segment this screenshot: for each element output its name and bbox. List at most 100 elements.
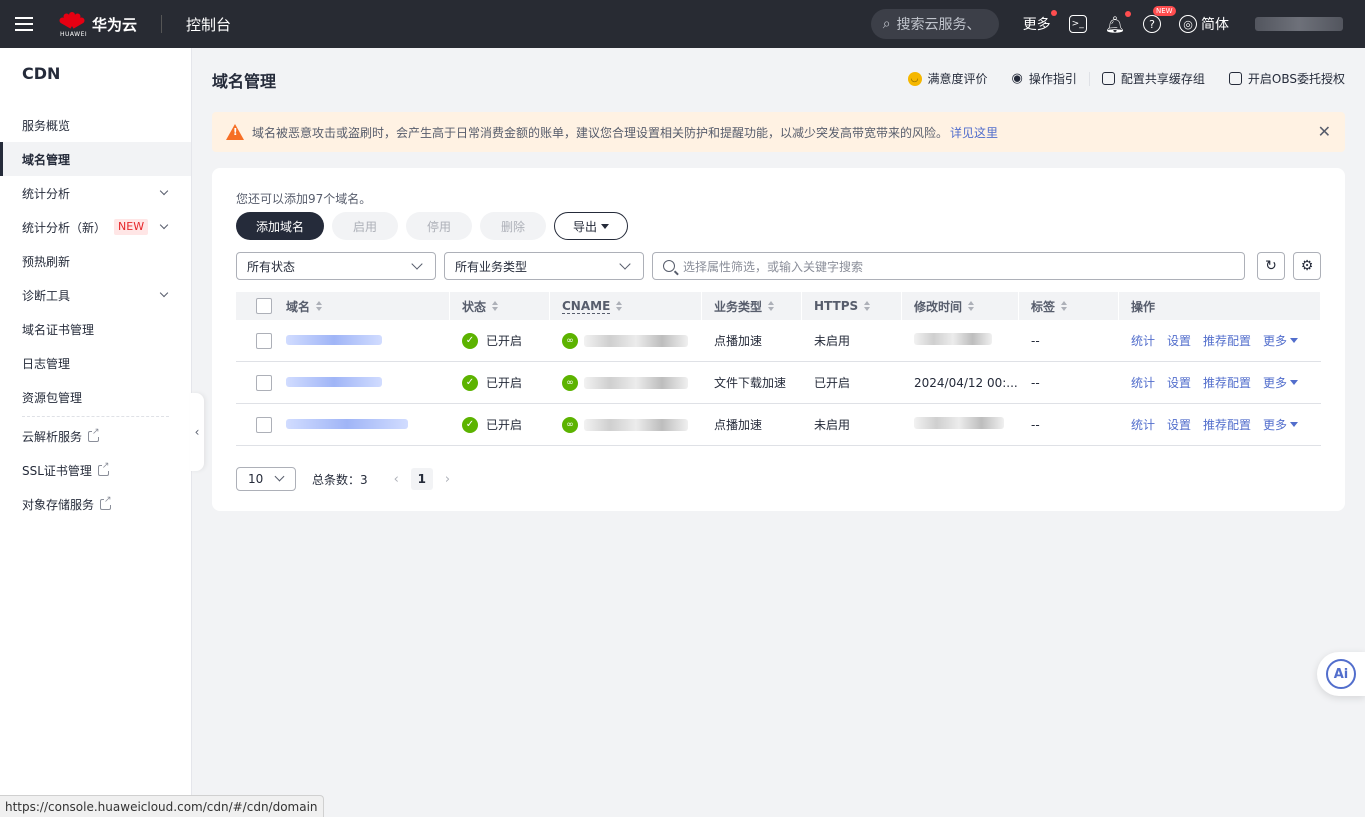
recommend-config-link[interactable]: 推荐配置 (1203, 374, 1251, 391)
settings-link[interactable]: 设置 (1167, 374, 1191, 391)
sidebar-item-preheat-refresh[interactable]: 预热刷新 (0, 244, 191, 278)
sidebar-item-dns[interactable]: 云解析服务 (0, 419, 191, 453)
domain-link[interactable] (286, 334, 382, 345)
cloud-shell-button[interactable]: >_ (1068, 15, 1087, 33)
stats-link[interactable]: 统计 (1131, 374, 1155, 391)
status-filter-select[interactable]: 所有状态 (236, 252, 436, 280)
row-checkbox[interactable] (256, 332, 272, 349)
add-domain-button[interactable]: 添加域名 (236, 212, 325, 240)
sidebar-item-domain-management[interactable]: 域名管理 (0, 142, 191, 176)
more-label: 更多 (1263, 334, 1288, 348)
ai-assistant-button[interactable]: Ai (1317, 652, 1365, 696)
sidebar-item-label: 统计分析（新） (22, 220, 107, 235)
domain-link[interactable] (286, 418, 408, 429)
row-checkbox[interactable] (256, 416, 272, 433)
close-icon[interactable]: ✕ (1318, 122, 1331, 141)
more-actions-dropdown[interactable]: 更多 (1263, 416, 1299, 433)
delete-button[interactable]: 删除 (480, 212, 547, 240)
brand-name[interactable]: 华为云 (92, 14, 137, 35)
help-button[interactable]: ? NEW (1143, 6, 1176, 33)
obs-authorization-link[interactable]: 开启OBS委托授权 (1217, 70, 1345, 87)
stats-link[interactable]: 统计 (1131, 332, 1155, 349)
column-header-modified[interactable]: 修改时间 (902, 292, 1019, 320)
settings-link[interactable]: 设置 (1167, 416, 1191, 433)
row-checkbox[interactable] (256, 374, 272, 391)
business-type-filter-select[interactable]: 所有业务类型 (444, 252, 644, 280)
enable-button[interactable]: 启用 (332, 212, 399, 240)
notifications-button[interactable]: 🔔︎ (1104, 10, 1131, 34)
column-header-domain[interactable]: 域名 (276, 292, 450, 320)
sidebar-item-label: 预热刷新 (22, 254, 71, 269)
sidebar-collapse-button[interactable]: ‹ (190, 393, 204, 471)
more-menu[interactable]: 更多 (1023, 10, 1057, 34)
chevron-left-icon: ‹ (194, 425, 200, 439)
link-icon: ∞ (562, 332, 578, 349)
column-header-tags[interactable]: 标签 (1019, 292, 1119, 320)
table-row: ✓ 已开启 ∞ 点播加速 未启用 -- 统计 设置 推荐配置 更多 (236, 404, 1321, 446)
language-switcher[interactable]: ◎ 简体 (1179, 14, 1229, 34)
caret-down-icon (1290, 380, 1299, 385)
stats-link[interactable]: 统计 (1131, 416, 1155, 433)
more-actions-dropdown[interactable]: 更多 (1263, 374, 1299, 391)
cache-group-link[interactable]: 配置共享缓存组 (1090, 70, 1217, 87)
recommend-config-link[interactable]: 推荐配置 (1203, 332, 1251, 349)
language-label: 简体 (1201, 17, 1229, 33)
new-badge: NEW (114, 219, 149, 235)
sidebar-item-label: 资源包管理 (22, 390, 83, 405)
disable-button[interactable]: 停用 (406, 212, 473, 240)
search-icon (663, 260, 675, 272)
sidebar-item-ssl[interactable]: SSL证书管理 (0, 453, 191, 487)
sidebar-item-label: 日志管理 (22, 356, 71, 371)
user-account[interactable] (1255, 17, 1343, 31)
sort-icon (968, 301, 975, 311)
alert-text: 域名被恶意攻击或盗刷时，会产生高于日常消费金额的账单，建议您合理设置相关防护和提… (252, 125, 949, 140)
select-all-checkbox[interactable] (256, 298, 272, 314)
page-title: 域名管理 (212, 72, 277, 91)
sidebar-item-packages[interactable]: 资源包管理 (0, 380, 191, 414)
bell-icon: 🔔︎ (1104, 14, 1125, 34)
column-header-https[interactable]: HTTPS (802, 292, 902, 320)
guide-link[interactable]: ◉ 操作指引 (1000, 70, 1089, 87)
terminal-icon: >_ (1068, 15, 1087, 33)
previous-page-button[interactable]: ‹ (394, 472, 399, 487)
tags-cell: -- (1031, 375, 1040, 390)
attribute-search-input[interactable]: 选择属性筛选，或输入关键字搜索 (652, 252, 1245, 280)
row-actions: 统计 设置 推荐配置 更多 (1119, 332, 1321, 349)
alert-details-link[interactable]: 详见这里 (950, 124, 998, 141)
sidebar-item-logs[interactable]: 日志管理 (0, 346, 191, 380)
external-link-icon (88, 426, 100, 442)
export-button[interactable]: 导出 (554, 212, 629, 240)
next-page-button[interactable]: › (445, 472, 450, 487)
sort-icon (768, 301, 775, 311)
column-header-status[interactable]: 状态 (450, 292, 550, 320)
sidebar-item-label: 域名管理 (22, 152, 71, 167)
settings-link[interactable]: 设置 (1167, 332, 1191, 349)
refresh-button[interactable]: ↻ (1257, 252, 1285, 280)
global-search-input[interactable]: ⌕ 搜索云服务、 (870, 9, 999, 39)
recommend-config-link[interactable]: 推荐配置 (1203, 416, 1251, 433)
tags-cell: -- (1031, 333, 1040, 348)
page-number-current[interactable]: 1 (410, 468, 433, 490)
sidebar-item-certificates[interactable]: 域名证书管理 (0, 312, 191, 346)
sidebar-item-statistics-new[interactable]: 统计分析（新） NEW (0, 210, 191, 244)
domain-link[interactable] (286, 376, 382, 387)
link-label: 配置共享缓存组 (1120, 72, 1205, 86)
caret-down-icon (601, 223, 610, 229)
row-actions: 统计 设置 推荐配置 更多 (1119, 374, 1321, 391)
link-label: 开启OBS委托授权 (1247, 72, 1345, 86)
sidebar-item-obs[interactable]: 对象存储服务 (0, 487, 191, 521)
menu-icon[interactable] (0, 0, 48, 48)
table-settings-button[interactable]: ⚙ (1293, 252, 1321, 280)
sidebar-item-statistics[interactable]: 统计分析 (0, 176, 191, 210)
page-size-select[interactable]: 10 (236, 467, 296, 491)
caret-down-icon (1290, 422, 1299, 427)
sidebar-item-overview[interactable]: 服务概览 (0, 108, 191, 142)
column-header-business-type[interactable]: 业务类型 (702, 292, 802, 320)
console-link[interactable]: 控制台 (186, 14, 231, 35)
chevron-down-icon (619, 258, 631, 270)
sidebar-item-diagnostics[interactable]: 诊断工具 (0, 278, 191, 312)
satisfaction-link[interactable]: ◡ 满意度评价 (896, 70, 1000, 87)
huawei-wordmark: HUAWEI (60, 31, 88, 38)
column-header-cname[interactable]: CNAME (550, 292, 702, 320)
more-actions-dropdown[interactable]: 更多 (1263, 332, 1299, 349)
